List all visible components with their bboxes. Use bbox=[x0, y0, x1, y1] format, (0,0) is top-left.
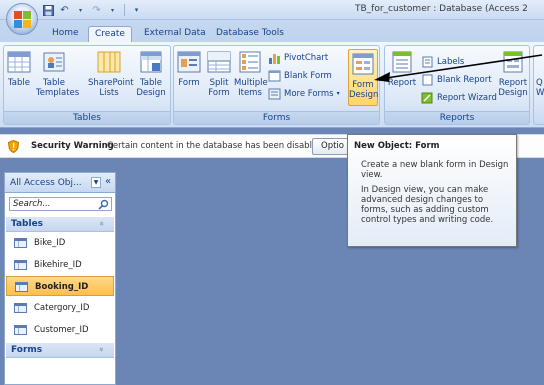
nav-item-label: Bikehire_ID bbox=[34, 260, 82, 270]
redo-icon[interactable]: ↷ bbox=[90, 4, 103, 17]
nav-item-label: Bike_ID bbox=[34, 238, 66, 248]
tab-database-tools[interactable]: Database Tools bbox=[210, 26, 290, 42]
customize-qat-icon[interactable]: ▾ bbox=[130, 4, 143, 17]
shutter-bar-close-icon[interactable]: « bbox=[105, 176, 111, 187]
nav-item-label: Catergory_ID bbox=[34, 303, 90, 313]
search-icon[interactable] bbox=[98, 199, 109, 210]
other-group-w: W bbox=[536, 88, 544, 98]
multiple-items-button[interactable]: Multiple Items bbox=[234, 49, 268, 98]
undo-dropdown-icon[interactable]: ▾ bbox=[74, 4, 87, 17]
nav-item-bike-id[interactable]: Bike_ID bbox=[6, 233, 114, 253]
table-icon bbox=[14, 238, 27, 248]
table-templates-button[interactable]: Table Templates bbox=[36, 49, 79, 98]
security-warning-text: Certain content in the database has been… bbox=[107, 141, 323, 151]
table-button[interactable]: Table bbox=[6, 49, 32, 88]
redo-dropdown-icon[interactable]: ▾ bbox=[106, 4, 119, 17]
table-design-icon bbox=[138, 49, 164, 75]
nav-item-label: Customer_ID bbox=[34, 325, 89, 335]
office-logo-icon bbox=[14, 11, 31, 28]
security-warning-title: Security Warning bbox=[31, 141, 114, 151]
nav-item-customer-id[interactable]: Customer_ID bbox=[6, 320, 114, 340]
tooltip-paragraph-2: In Design view, you can make advanced de… bbox=[361, 185, 494, 225]
annotation-arrow bbox=[374, 54, 543, 82]
split-form-button[interactable]: Split Form bbox=[206, 49, 232, 98]
tab-external-data[interactable]: External Data bbox=[138, 26, 212, 42]
table-label: Table bbox=[8, 78, 30, 88]
blank-form-icon bbox=[268, 70, 281, 82]
sharepoint-lists-button[interactable]: SharePoint Lists bbox=[88, 49, 134, 98]
nav-item-label: Booking_ID bbox=[35, 282, 89, 292]
table-design-label: Table Design bbox=[136, 78, 166, 98]
tab-home[interactable]: Home bbox=[46, 26, 85, 42]
shield-icon bbox=[7, 139, 20, 154]
pivotchart-label: PivotChart bbox=[284, 52, 329, 63]
nav-item-catergory-id[interactable]: Catergory_ID bbox=[6, 298, 114, 318]
more-forms-button[interactable]: More Forms ▾ bbox=[268, 86, 340, 101]
forms-group: Form Split Form Multiple Items PivotChar… bbox=[173, 45, 380, 125]
multiple-items-label: Multiple Items bbox=[234, 78, 268, 98]
tooltip-title: New Object: Form bbox=[354, 141, 440, 151]
reports-group-label: Reports bbox=[385, 111, 529, 124]
search-placeholder: Search... bbox=[13, 199, 51, 209]
report-wizard-icon bbox=[421, 92, 434, 104]
tables-group-label: Tables bbox=[4, 111, 170, 124]
navigation-pane: All Access Obj... ▼ « Search... Tables »… bbox=[4, 172, 116, 385]
tables-section-label: Tables bbox=[11, 219, 44, 229]
tab-create[interactable]: Create bbox=[88, 26, 132, 42]
pivotchart-icon bbox=[268, 52, 281, 64]
sharepoint-lists-label: SharePoint Lists bbox=[88, 78, 134, 98]
nav-item-booking-id[interactable]: Booking_ID bbox=[6, 276, 114, 296]
split-form-icon bbox=[206, 49, 232, 75]
table-icon bbox=[14, 303, 27, 313]
title-bar: ↶ ▾ ↷ ▾ ▾ TB_for_customer : Database (Ac… bbox=[0, 0, 544, 20]
form-button[interactable]: Form bbox=[176, 49, 202, 88]
report-wizard-button[interactable]: Report Wizard bbox=[421, 90, 497, 105]
more-forms-dropdown-icon: ▾ bbox=[336, 90, 340, 97]
forms-section-header[interactable]: Forms » bbox=[6, 343, 114, 358]
blank-form-label: Blank Form bbox=[284, 70, 332, 81]
multiple-items-icon bbox=[237, 49, 263, 75]
tooltip-paragraph-1: Create a new blank form in Design view. bbox=[361, 160, 509, 180]
form-design-label: Form Design bbox=[349, 80, 379, 100]
blank-form-button[interactable]: Blank Form bbox=[268, 68, 332, 83]
search-input[interactable]: Search... bbox=[9, 197, 112, 211]
expand-chevron-icon[interactable]: » bbox=[97, 347, 106, 352]
qat-separator bbox=[124, 4, 125, 16]
form-design-tooltip: New Object: Form Create a new blank form… bbox=[347, 134, 517, 247]
table-icon bbox=[14, 325, 27, 335]
quick-access-toolbar: ↶ ▾ ↷ ▾ ▾ bbox=[42, 3, 143, 17]
undo-icon[interactable]: ↶ bbox=[58, 4, 71, 17]
nav-pane-header[interactable]: All Access Obj... ▼ « bbox=[5, 173, 115, 193]
tables-section-header[interactable]: Tables » bbox=[6, 217, 114, 232]
pivotchart-button[interactable]: PivotChart bbox=[268, 50, 328, 65]
form-icon bbox=[176, 49, 202, 75]
save-icon[interactable] bbox=[42, 4, 55, 17]
collapse-chevron-icon[interactable]: » bbox=[97, 221, 106, 226]
table-design-button[interactable]: Table Design bbox=[134, 49, 168, 98]
table-icon bbox=[14, 260, 27, 270]
nav-menu-dropdown-icon[interactable]: ▼ bbox=[91, 177, 101, 188]
report-wizard-label: Report Wizard bbox=[437, 92, 497, 103]
office-button[interactable] bbox=[6, 3, 38, 35]
table-icon bbox=[15, 282, 28, 292]
nav-pane-title: All Access Obj... bbox=[10, 178, 82, 188]
ribbon-tabs: Home Create External Data Database Tools bbox=[0, 20, 544, 42]
split-form-label: Split Form bbox=[208, 78, 230, 98]
window-title: TB_for_customer : Database (Access 2 bbox=[355, 4, 528, 14]
table-templates-icon bbox=[41, 49, 67, 75]
nav-item-bikehire-id[interactable]: Bikehire_ID bbox=[6, 255, 114, 275]
forms-section-label: Forms bbox=[11, 345, 43, 355]
sharepoint-lists-icon bbox=[96, 49, 122, 75]
forms-group-label: Forms bbox=[174, 111, 379, 124]
table-icon bbox=[6, 49, 32, 75]
more-forms-label: More Forms bbox=[284, 88, 334, 99]
form-label: Form bbox=[178, 78, 200, 88]
table-templates-label: Table Templates bbox=[36, 78, 80, 98]
more-forms-icon bbox=[268, 88, 281, 100]
tables-group: Table Table Templates SharePoint Lists T… bbox=[3, 45, 171, 125]
